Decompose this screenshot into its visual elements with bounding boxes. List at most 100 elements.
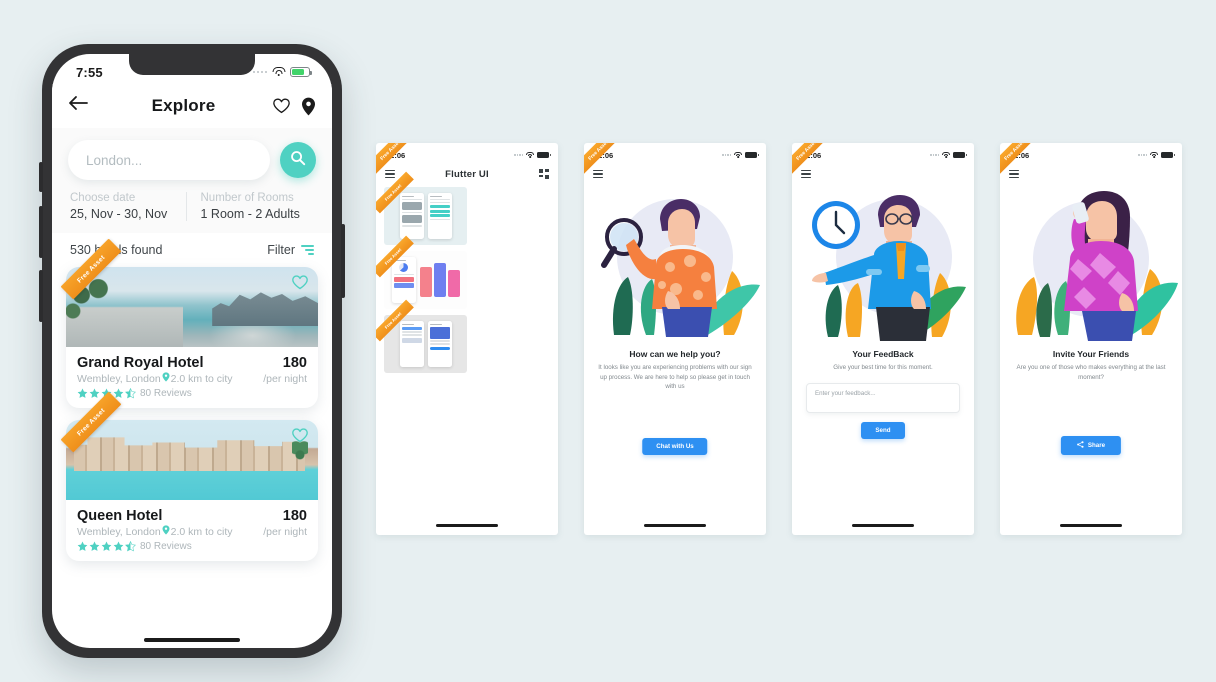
search-placeholder: London... xyxy=(86,152,143,168)
choose-date-value: 25, Nov - 30, Nov xyxy=(70,207,168,221)
hotel-image xyxy=(66,420,318,500)
screen-body-text: Are you one of those who makes everythin… xyxy=(1016,364,1166,381)
heart-icon[interactable] xyxy=(273,98,290,115)
signal-dots-icon xyxy=(514,154,523,156)
search-button[interactable] xyxy=(280,142,316,178)
hotel-card[interactable]: Free Asset Grand Royal Hotel 180 Wembley… xyxy=(60,238,318,408)
hamburger-menu-icon[interactable] xyxy=(1009,169,1019,179)
phone-side-button xyxy=(39,270,43,322)
battery-icon xyxy=(745,152,759,158)
battery-icon xyxy=(537,152,551,158)
send-button[interactable]: Send xyxy=(861,421,905,439)
choose-date-field[interactable]: Choose date 25, Nov - 30, Nov xyxy=(68,192,186,221)
phone-power-button xyxy=(341,224,345,298)
grid-view-icon[interactable] xyxy=(539,169,549,179)
filter-icon xyxy=(301,245,314,255)
wifi-icon xyxy=(734,152,742,158)
hotel-city: Wembley, London xyxy=(77,372,161,385)
page-title: Explore xyxy=(151,96,216,115)
hotel-name: Queen Hotel xyxy=(77,508,163,524)
signal-dots-icon xyxy=(252,70,267,74)
signal-dots-icon xyxy=(1138,154,1147,156)
battery-icon xyxy=(1161,152,1175,158)
hotel-card[interactable]: Free Asset Queen Hotel 180 Wembley, Lond… xyxy=(60,391,318,561)
wifi-icon xyxy=(526,152,534,158)
illustration-person-with-magnifier xyxy=(584,185,766,347)
home-indicator xyxy=(1060,524,1122,527)
home-indicator xyxy=(436,524,498,527)
hotel-image xyxy=(66,267,318,347)
thumbnail-card[interactable]: Free Asset xyxy=(376,299,467,373)
home-indicator xyxy=(852,524,914,527)
hamburger-menu-icon[interactable] xyxy=(801,169,811,179)
mini-screen-help: Free Asset 12:06 How can we help you? It… xyxy=(584,143,766,535)
big-phone-device: 7:55 Explore London... Choose date 25, N… xyxy=(39,44,345,658)
star-rating-icons xyxy=(77,541,136,552)
status-bar: 7:55 xyxy=(52,54,332,84)
filter-button[interactable]: Filter xyxy=(267,243,314,257)
share-icon xyxy=(1077,441,1084,450)
app-bar: Explore xyxy=(52,84,332,128)
wifi-icon xyxy=(1150,152,1158,158)
app-bar xyxy=(792,163,974,185)
heart-outline-icon[interactable] xyxy=(292,428,308,448)
hotel-distance: 2.0 km to city xyxy=(170,372,233,385)
hotel-distance: 2.0 km to city xyxy=(170,525,233,538)
heart-outline-icon[interactable] xyxy=(292,275,308,295)
home-indicator xyxy=(644,524,706,527)
chat-button-label: Chat with Us xyxy=(656,443,694,450)
wifi-icon xyxy=(272,67,285,77)
send-button-label: Send xyxy=(875,426,891,434)
mini-screen-feedback: Free Asset 12:06 Your FeedBack Give your… xyxy=(792,143,974,535)
hotel-reviews: 80 Reviews xyxy=(140,388,192,399)
hotel-location: Wembley, London 2.0 km to city xyxy=(77,525,233,538)
feedback-input[interactable]: Enter your feedback... xyxy=(806,382,960,413)
signal-dots-icon xyxy=(722,154,731,156)
location-pin-icon xyxy=(162,372,170,385)
rooms-value: 1 Room - 2 Adults xyxy=(200,207,300,221)
search-section: London... Choose date 25, Nov - 30, Nov … xyxy=(52,128,332,233)
screen-heading: How can we help you? xyxy=(629,349,721,359)
illustration-woman-on-phone xyxy=(1000,185,1182,347)
hotel-price: 180 xyxy=(282,508,307,524)
hotel-rating: 80 Reviews xyxy=(77,541,307,552)
hotel-location: Wembley, London 2.0 km to city xyxy=(77,372,233,385)
thumbnail-card[interactable]: Free Asset xyxy=(376,171,467,245)
wifi-icon xyxy=(942,152,950,158)
mini-screen-flutter-ui: Free Asset 12:06 Flutter UI Free Asset F… xyxy=(376,143,558,535)
chat-with-us-button[interactable]: Chat with Us xyxy=(642,438,708,455)
screen-body-text: Give your best time for this moment. xyxy=(833,364,933,371)
hotel-name: Grand Royal Hotel xyxy=(77,355,204,371)
page-title: Flutter UI xyxy=(445,168,489,180)
thumbnail-card[interactable]: Free Asset xyxy=(376,235,467,309)
rooms-label: Number of Rooms xyxy=(200,192,294,204)
search-icon xyxy=(290,150,306,171)
battery-icon xyxy=(953,152,967,158)
location-pin-icon[interactable] xyxy=(301,97,316,116)
feedback-placeholder: Enter your feedback... xyxy=(815,389,876,397)
illustration-person-with-clock xyxy=(792,185,974,347)
hamburger-menu-icon[interactable] xyxy=(593,169,603,179)
app-bar xyxy=(1000,163,1182,185)
home-indicator xyxy=(144,638,240,642)
filter-label: Filter xyxy=(267,243,295,257)
screen-body-text: It looks like you are experiencing probl… xyxy=(598,364,752,391)
hotel-price-unit: /per night xyxy=(263,372,307,385)
choose-date-label: Choose date xyxy=(70,192,136,204)
location-pin-icon xyxy=(162,525,170,538)
screen-heading: Your FeedBack xyxy=(852,349,914,359)
back-arrow-icon[interactable] xyxy=(68,95,94,117)
mini-screen-invite: Free Asset 12:06 Invite Your Friends Are… xyxy=(1000,143,1182,535)
hotel-reviews: 80 Reviews xyxy=(140,541,192,552)
hotel-price-unit: /per night xyxy=(263,525,307,538)
signal-dots-icon xyxy=(930,154,939,156)
hamburger-menu-icon[interactable] xyxy=(385,169,395,179)
hotel-list: Free Asset Grand Royal Hotel 180 Wembley… xyxy=(52,238,332,561)
big-phone-screen: 7:55 Explore London... Choose date 25, N… xyxy=(52,54,332,648)
battery-icon xyxy=(290,66,312,78)
search-input[interactable]: London... xyxy=(68,140,270,180)
thumbnail-grid: Free Asset Free Asset Free Asset xyxy=(376,171,558,375)
share-button[interactable]: Share xyxy=(1060,436,1122,455)
app-bar xyxy=(584,163,766,185)
number-of-rooms-field[interactable]: Number of Rooms 1 Room - 2 Adults xyxy=(185,192,317,221)
